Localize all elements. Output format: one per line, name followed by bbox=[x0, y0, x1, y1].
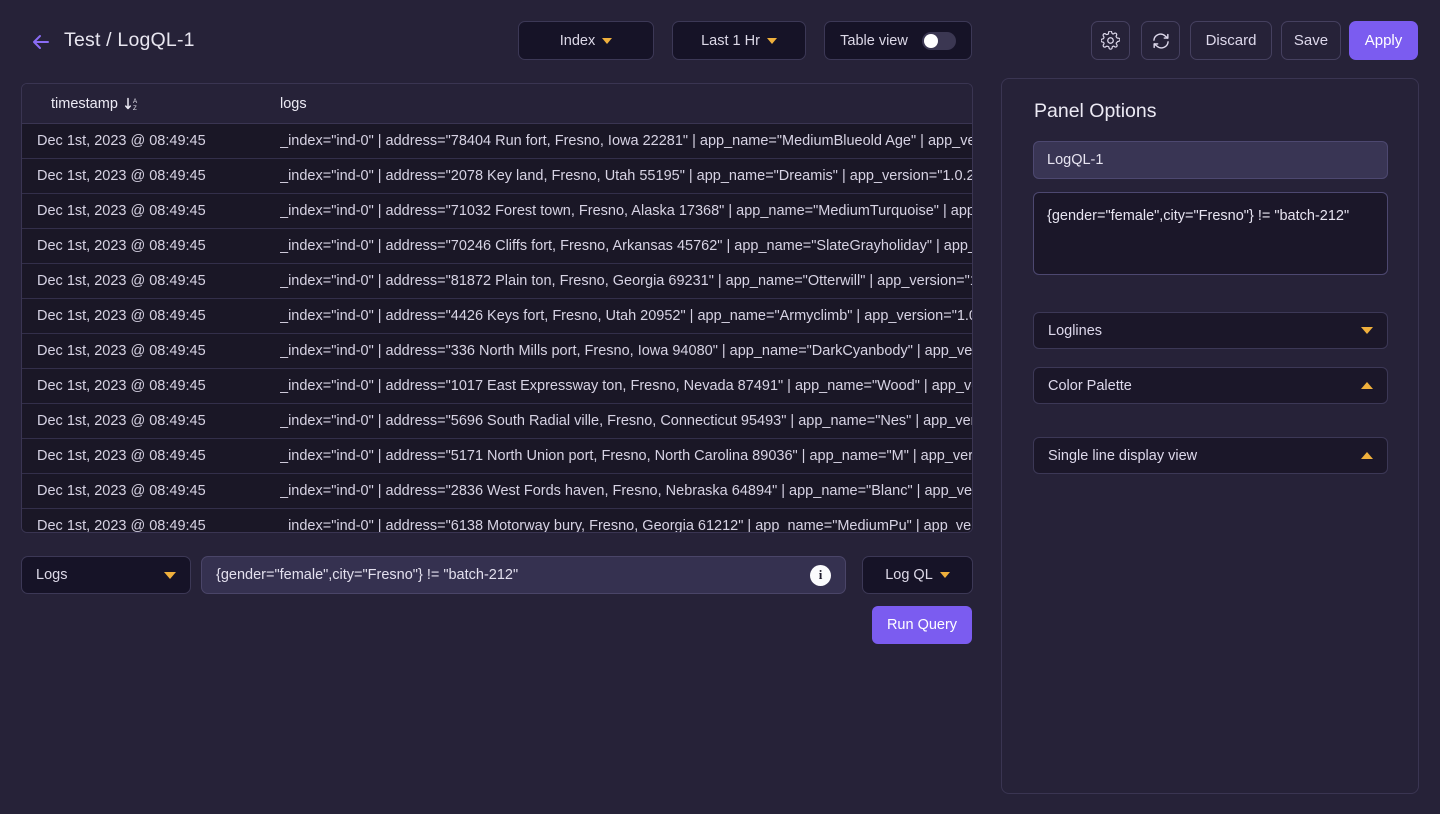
accordion-loglines-label: Loglines bbox=[1048, 322, 1103, 339]
svg-text:A: A bbox=[133, 98, 138, 105]
chevron-up-icon bbox=[1361, 452, 1373, 459]
cell-log: _index="ind-0" | address="4426 Keys fort… bbox=[280, 308, 972, 324]
chevron-down-icon bbox=[602, 37, 613, 44]
cell-timestamp: Dec 1st, 2023 @ 08:49:45 bbox=[37, 168, 206, 184]
refresh-button[interactable] bbox=[1141, 21, 1180, 60]
logs-table: timestamp A Z logs Dec 1st, 2023 @ 08:49… bbox=[21, 83, 973, 533]
cell-timestamp: Dec 1st, 2023 @ 08:49:45 bbox=[37, 448, 206, 464]
table-view-toggle[interactable]: Table view bbox=[824, 21, 972, 60]
chevron-down-icon bbox=[766, 37, 777, 44]
cell-log: _index="ind-0" | address="2836 West Ford… bbox=[280, 483, 972, 499]
chevron-down-icon bbox=[164, 571, 176, 579]
page-title: Test / LogQL-1 bbox=[64, 29, 195, 51]
source-select[interactable]: Logs bbox=[21, 556, 191, 594]
panel-options-title: Panel Options bbox=[1034, 100, 1157, 122]
table-row[interactable]: Dec 1st, 2023 @ 08:49:45 _index="ind-0" |… bbox=[22, 509, 972, 533]
table-row[interactable]: Dec 1st, 2023 @ 08:49:45 _index="ind-0" |… bbox=[22, 159, 972, 194]
cell-timestamp: Dec 1st, 2023 @ 08:49:45 bbox=[37, 343, 206, 359]
cell-log: _index="ind-0" | address="6138 Motorway … bbox=[280, 518, 972, 533]
query-input-value: {gender="female",city="Fresno"} != "batc… bbox=[216, 567, 519, 583]
accordion-single-line-display-view[interactable]: Single line display view bbox=[1033, 437, 1388, 474]
cell-log: _index="ind-0" | address="1017 East Expr… bbox=[280, 378, 972, 394]
log-explorer-page: Test / LogQL-1 Index Last 1 Hr Table vie… bbox=[0, 0, 1440, 814]
sort-descending-az-icon[interactable]: A Z bbox=[124, 96, 140, 112]
panel-name-input[interactable]: LogQL-1 bbox=[1033, 141, 1388, 179]
apply-button[interactable]: Apply bbox=[1349, 21, 1418, 60]
source-select-label: Logs bbox=[36, 567, 68, 583]
cell-timestamp: Dec 1st, 2023 @ 08:49:45 bbox=[37, 483, 206, 499]
accordion-single-line-display-view-label: Single line display view bbox=[1048, 447, 1198, 464]
time-range-dropdown[interactable]: Last 1 Hr bbox=[672, 21, 806, 60]
cell-timestamp: Dec 1st, 2023 @ 08:49:45 bbox=[37, 133, 206, 149]
gear-icon bbox=[1101, 31, 1120, 50]
table-row[interactable]: Dec 1st, 2023 @ 08:49:45 _index="ind-0" |… bbox=[22, 264, 972, 299]
run-query-button[interactable]: Run Query bbox=[872, 606, 972, 644]
cell-timestamp: Dec 1st, 2023 @ 08:49:45 bbox=[37, 308, 206, 324]
cell-log: _index="ind-0" | address="5696 South Rad… bbox=[280, 413, 972, 429]
cell-timestamp: Dec 1st, 2023 @ 08:49:45 bbox=[37, 378, 206, 394]
cell-log: _index="ind-0" | address="71032 Forest t… bbox=[280, 203, 972, 219]
table-row[interactable]: Dec 1st, 2023 @ 08:49:45 _index="ind-0" |… bbox=[22, 194, 972, 229]
settings-button[interactable] bbox=[1091, 21, 1130, 60]
table-body: Dec 1st, 2023 @ 08:49:45 _index="ind-0" |… bbox=[22, 124, 972, 533]
top-bar: Test / LogQL-1 Index Last 1 Hr Table vie… bbox=[0, 0, 1440, 82]
save-button[interactable]: Save bbox=[1281, 21, 1341, 60]
query-input[interactable]: {gender="female",city="Fresno"} != "batc… bbox=[201, 556, 846, 594]
cell-log: _index="ind-0" | address="2078 Key land,… bbox=[280, 168, 972, 184]
accordion-color-palette-label: Color Palette bbox=[1048, 377, 1132, 394]
toggle-knob bbox=[923, 33, 938, 48]
table-view-label: Table view bbox=[840, 32, 908, 49]
refresh-icon bbox=[1152, 32, 1169, 49]
accordion-loglines[interactable]: Loglines bbox=[1033, 312, 1388, 349]
cell-timestamp: Dec 1st, 2023 @ 08:49:45 bbox=[37, 203, 206, 219]
cell-log: _index="ind-0" | address="336 North Mill… bbox=[280, 343, 972, 359]
table-row[interactable]: Dec 1st, 2023 @ 08:49:45 _index="ind-0" |… bbox=[22, 474, 972, 509]
table-row[interactable]: Dec 1st, 2023 @ 08:49:45 _index="ind-0" |… bbox=[22, 369, 972, 404]
table-row[interactable]: Dec 1st, 2023 @ 08:49:45 _index="ind-0" |… bbox=[22, 229, 972, 264]
accordion-color-palette[interactable]: Color Palette bbox=[1033, 367, 1388, 404]
index-dropdown[interactable]: Index bbox=[518, 21, 654, 60]
column-header-timestamp-label: timestamp bbox=[51, 95, 118, 112]
panel-query-textarea[interactable]: {gender="female",city="Fresno"} != "batc… bbox=[1033, 192, 1388, 275]
table-row[interactable]: Dec 1st, 2023 @ 08:49:45 _index="ind-0" |… bbox=[22, 439, 972, 474]
panel-name-value: LogQL-1 bbox=[1047, 152, 1104, 168]
panel-options: Panel Options LogQL-1 {gender="female",c… bbox=[1001, 78, 1419, 794]
cell-timestamp: Dec 1st, 2023 @ 08:49:45 bbox=[37, 273, 206, 289]
table-row[interactable]: Dec 1st, 2023 @ 08:49:45 _index="ind-0" |… bbox=[22, 124, 972, 159]
column-header-logs[interactable]: logs bbox=[280, 96, 307, 112]
table-header-row: timestamp A Z logs bbox=[22, 84, 972, 124]
cell-log: _index="ind-0" | address="5171 North Uni… bbox=[280, 448, 972, 464]
table-row[interactable]: Dec 1st, 2023 @ 08:49:45 _index="ind-0" |… bbox=[22, 404, 972, 439]
time-range-label: Last 1 Hr bbox=[701, 32, 760, 49]
cell-log: _index="ind-0" | address="70246 Cliffs f… bbox=[280, 238, 972, 254]
cell-timestamp: Dec 1st, 2023 @ 08:49:45 bbox=[37, 413, 206, 429]
info-icon[interactable]: i bbox=[810, 564, 831, 586]
toggle-switch[interactable] bbox=[921, 31, 956, 50]
chevron-up-icon bbox=[1361, 382, 1373, 389]
table-row[interactable]: Dec 1st, 2023 @ 08:49:45 _index="ind-0" |… bbox=[22, 299, 972, 334]
query-language-dropdown[interactable]: Log QL bbox=[862, 556, 973, 594]
discard-button[interactable]: Discard bbox=[1190, 21, 1272, 60]
cell-log: _index="ind-0" | address="78404 Run fort… bbox=[280, 133, 972, 149]
cell-timestamp: Dec 1st, 2023 @ 08:49:45 bbox=[37, 518, 206, 533]
table-row[interactable]: Dec 1st, 2023 @ 08:49:45 _index="ind-0" |… bbox=[22, 334, 972, 369]
cell-timestamp: Dec 1st, 2023 @ 08:49:45 bbox=[37, 238, 206, 254]
back-arrow-icon[interactable] bbox=[28, 29, 54, 55]
index-dropdown-label: Index bbox=[559, 32, 596, 49]
cell-log: _index="ind-0" | address="81872 Plain to… bbox=[280, 273, 972, 289]
chevron-down-icon bbox=[939, 572, 950, 578]
svg-text:Z: Z bbox=[133, 105, 137, 112]
column-header-timestamp[interactable]: timestamp A Z bbox=[22, 96, 280, 112]
query-language-label: Log QL bbox=[885, 567, 933, 583]
chevron-down-icon bbox=[1361, 327, 1373, 334]
